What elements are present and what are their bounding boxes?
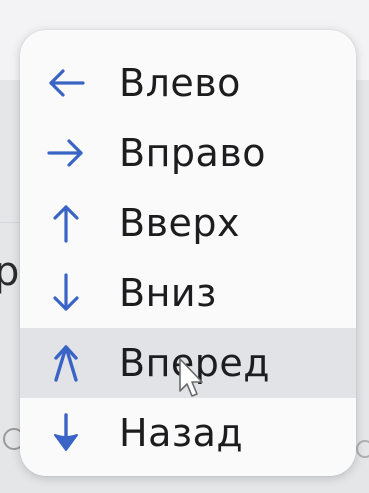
- mouse-pointer-icon: [177, 357, 207, 401]
- arrow-right-icon: [43, 130, 89, 176]
- background-partial-glyph: р: [0, 249, 20, 295]
- menu-item-left[interactable]: Влево: [20, 48, 356, 118]
- menu-item-right[interactable]: Вправо: [20, 118, 356, 188]
- menu-item-up[interactable]: Вверх: [20, 188, 356, 258]
- background-radio-icon-right[interactable]: [356, 440, 369, 458]
- menu-item-label: Вверх: [119, 201, 240, 245]
- menu-item-down[interactable]: Вниз: [20, 258, 356, 328]
- arrow-up-icon: [43, 200, 89, 246]
- menu-item-label: Вниз: [119, 271, 217, 315]
- arrow-down-bold-icon: [43, 410, 89, 456]
- menu-item-label: Вправо: [119, 131, 266, 175]
- arrow-down-icon: [43, 270, 89, 316]
- menu-item-label: Назад: [119, 411, 244, 455]
- menu-item-label: Влево: [119, 61, 241, 105]
- double-arrow-up-icon: [43, 340, 89, 386]
- direction-context-menu: Влево Вправо Вверх Вниз Вперед Назад: [20, 30, 356, 476]
- arrow-left-icon: [43, 60, 89, 106]
- menu-item-back[interactable]: Назад: [20, 398, 356, 468]
